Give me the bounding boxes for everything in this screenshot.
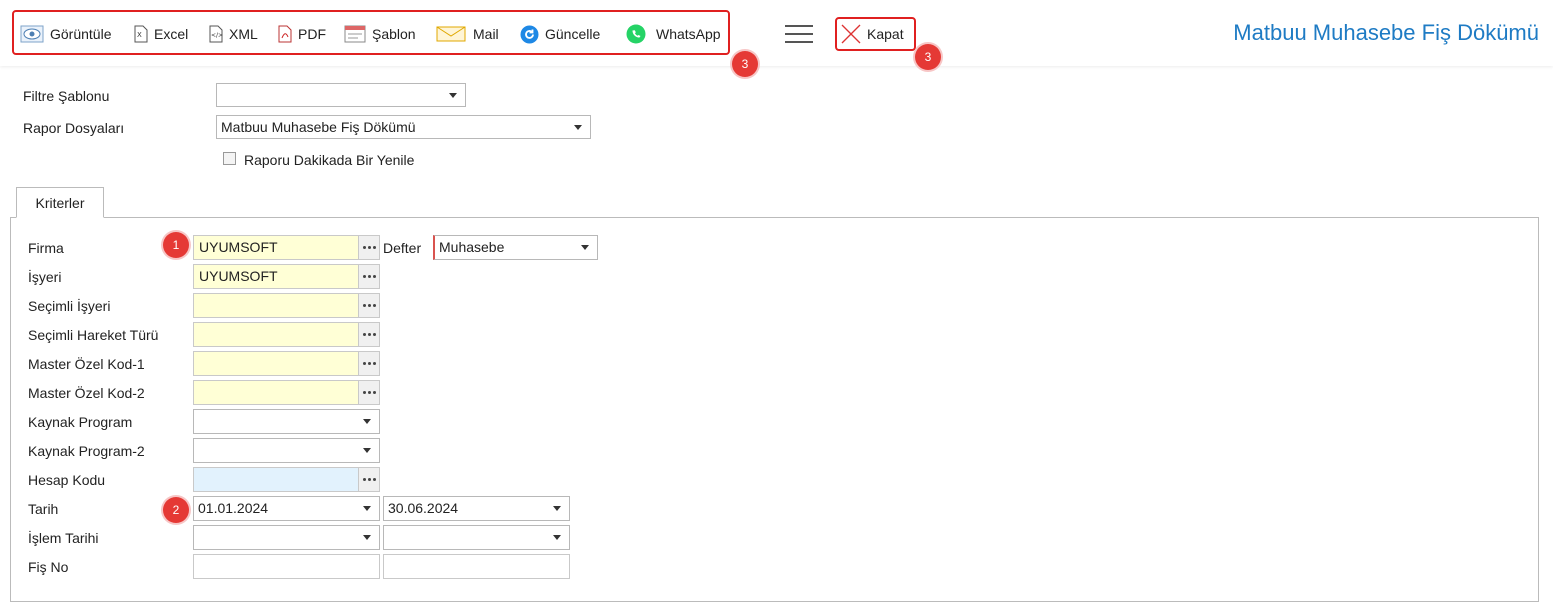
refresh-button-label: Güncelle [545,26,601,42]
refresh-button[interactable]: Güncelle [520,20,600,48]
islem-tarihi-label: İşlem Tarihi [28,530,99,546]
close-button[interactable]: Kapat [835,17,916,51]
secimli-isyeri-label: Seçimli İşyeri [28,298,111,314]
close-icon [841,24,861,44]
chevron-down-icon [363,535,371,540]
chevron-down-icon [363,419,371,424]
master-ozel-kod1-lookup-button[interactable] [358,351,380,376]
template-button[interactable]: Şablon [344,20,416,48]
refresh-every-minute-label: Raporu Dakikada Bir Yenile [244,152,415,168]
report-files-value: Matbuu Muhasebe Fiş Dökümü [221,119,416,135]
report-files-label: Rapor Dosyaları [23,120,125,136]
pdf-button[interactable]: PDF [278,20,326,48]
eye-icon [20,25,44,43]
firma-input[interactable]: UYUMSOFT [193,235,359,260]
chevron-down-icon [363,506,371,511]
annotation-badge-2: 2 [163,497,189,523]
filter-template-label: Filtre Şablonu [23,88,110,104]
whatsapp-button-label: WhatsApp [656,26,721,42]
chevron-down-icon [363,448,371,453]
master-ozel-kod1-input[interactable] [193,351,359,376]
tarih-start-value: 01.01.2024 [198,500,269,516]
kaynak-program-select[interactable] [193,409,380,434]
islem-tarihi-end-select[interactable] [383,525,570,550]
xml-button-label: XML [229,26,258,42]
view-button-label: Görüntüle [50,26,112,42]
menu-hamburger-icon[interactable] [785,25,813,45]
chevron-down-icon [449,93,457,98]
svg-text:X: X [137,31,142,39]
close-button-label: Kapat [867,26,904,42]
isyeri-label: İşyeri [28,269,62,285]
tarih-start-select[interactable]: 01.01.2024 [193,496,380,521]
defter-label: Defter [383,240,422,256]
secimli-hareket-lookup-button[interactable] [358,322,380,347]
filter-template-select[interactable] [216,83,466,107]
view-button[interactable]: Görüntüle [20,20,111,48]
secimli-isyeri-input[interactable] [193,293,359,318]
isyeri-lookup-button[interactable] [358,264,380,289]
chevron-down-icon [553,535,561,540]
annotation-badge-3-toolbar: 3 [732,51,758,77]
defter-value: Muhasebe [439,239,505,255]
annotation-badge-3-close: 3 [915,44,941,70]
fis-no-start-input[interactable] [193,554,380,579]
defter-select[interactable]: Muhasebe [433,235,598,260]
annotation-badge-1: 1 [163,232,189,258]
excel-file-icon: X [134,25,148,43]
tarih-label: Tarih [28,501,59,517]
secimli-hareket-input[interactable] [193,322,359,347]
tab-kriterler-label: Kriterler [35,194,85,211]
pdf-button-label: PDF [298,26,326,42]
chevron-down-icon [574,125,582,130]
firma-label: Firma [28,240,64,256]
fis-no-label: Fiş No [28,559,69,575]
secimli-isyeri-lookup-button[interactable] [358,293,380,318]
master-ozel-kod2-input[interactable] [193,380,359,405]
fis-no-end-input[interactable] [383,554,570,579]
whatsapp-button[interactable]: WhatsApp [626,20,721,48]
isyeri-input[interactable]: UYUMSOFT [193,264,359,289]
template-icon [344,25,366,43]
chevron-down-icon [581,245,589,250]
page-title: Matbuu Muhasebe Fiş Dökümü [1233,20,1539,45]
master-ozel-kod2-label: Master Özel Kod-2 [28,385,145,401]
islem-tarihi-start-select[interactable] [193,525,380,550]
firma-lookup-button[interactable] [358,235,380,260]
mail-button[interactable]: Mail [435,20,499,48]
xml-button[interactable]: </> XML [209,20,258,48]
chevron-down-icon [553,506,561,511]
mail-button-label: Mail [473,26,499,42]
pdf-file-icon [278,25,292,43]
report-files-select[interactable]: Matbuu Muhasebe Fiş Dökümü [216,115,591,139]
xml-file-icon: </> [209,25,223,43]
kaynak-program2-label: Kaynak Program-2 [28,443,145,459]
hesap-kodu-input[interactable] [193,467,359,492]
kaynak-program2-select[interactable] [193,438,380,463]
excel-button[interactable]: X Excel [134,20,188,48]
mail-envelope-icon [436,26,466,42]
tab-kriterler[interactable]: Kriterler [16,187,104,218]
kaynak-program-label: Kaynak Program [28,414,133,430]
master-ozel-kod2-lookup-button[interactable] [358,380,380,405]
refresh-icon [520,25,539,43]
whatsapp-icon [626,24,646,44]
excel-button-label: Excel [154,26,189,42]
hesap-kodu-label: Hesap Kodu [28,472,106,488]
svg-text:</>: </> [211,32,223,39]
secimli-hareket-label: Seçimli Hareket Türü [28,327,159,343]
master-ozel-kod1-label: Master Özel Kod-1 [28,356,145,372]
tarih-end-select[interactable]: 30.06.2024 [383,496,570,521]
template-button-label: Şablon [372,26,416,42]
hesap-kodu-lookup-button[interactable] [358,467,380,492]
tarih-end-value: 30.06.2024 [388,500,459,516]
refresh-every-minute-checkbox[interactable] [223,152,236,165]
